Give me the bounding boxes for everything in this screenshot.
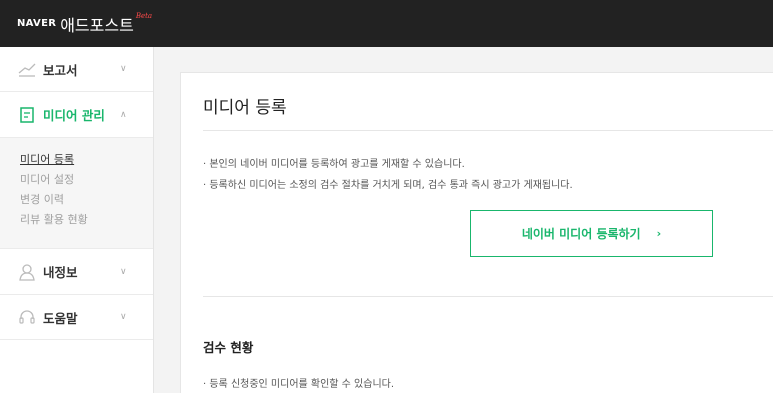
review-status-title: 검수 현황	[203, 340, 254, 355]
submenu-review-usage[interactable]: 리뷰 활용 현황	[20, 211, 88, 227]
chevron-down-icon: ∨	[120, 64, 127, 74]
submenu-media-register[interactable]: 미디어 등록	[20, 151, 74, 167]
page-title: 미디어 등록	[203, 98, 287, 118]
sidebar: 보고서 ∨ 미디어 관리 ∧ 미디어 등록 미디어 설정 변경 이력 리뷰 활용…	[0, 47, 154, 393]
sidebar-item-media[interactable]: 미디어 관리 ∧	[0, 92, 153, 138]
info-text-body: 등록 신청중인 미디어를 확인할 수 있습니다.	[209, 379, 395, 390]
beta-badge: Beta	[135, 12, 153, 20]
chevron-down-icon: ∨	[120, 266, 127, 277]
media-submenu: 미디어 등록 미디어 설정 변경 이력 리뷰 활용 현황	[0, 138, 153, 249]
sidebar-item-label: 보고서	[43, 62, 78, 78]
submenu-media-settings[interactable]: 미디어 설정	[20, 171, 74, 187]
info-text: · 등록하신 미디어는 소정의 검수 절차를 거치게 되며, 검수 통과 즉시 …	[203, 180, 573, 191]
user-icon	[19, 263, 35, 281]
register-media-label: 네이버 미디어 등록하기	[521, 227, 641, 241]
chevron-up-icon: ∧	[120, 109, 127, 120]
main-content: 미디어 등록 · 본인의 네이버 미디어를 등록하여 광고를 게재할 수 있습니…	[180, 72, 773, 393]
sidebar-item-label: 도움말	[43, 310, 78, 326]
divider	[203, 130, 773, 131]
sidebar-item-label: 미디어 관리	[43, 108, 105, 123]
service-name: 애드포스트	[60, 16, 134, 35]
sidebar-item-help[interactable]: 도움말 ∨	[0, 295, 153, 340]
chevron-down-icon: ∨	[120, 312, 127, 322]
register-media-button[interactable]: 네이버 미디어 등록하기 ›	[470, 210, 713, 257]
chart-line-icon	[18, 63, 36, 77]
top-bar: NAVER 애드포스트 Beta	[0, 0, 773, 47]
sidebar-item-label: 내정보	[43, 265, 78, 280]
info-text-body: 본인의 네이버 미디어를 등록하여 광고를 게재할 수 있습니다.	[209, 159, 465, 170]
sidebar-item-report[interactable]: 보고서 ∨	[0, 47, 153, 92]
document-icon	[20, 106, 34, 123]
divider	[203, 296, 773, 297]
naver-logo: NAVER	[17, 18, 57, 29]
info-text: · 등록 신청중인 미디어를 확인할 수 있습니다.	[203, 379, 395, 390]
info-text: · 본인의 네이버 미디어를 등록하여 광고를 게재할 수 있습니다.	[203, 159, 465, 170]
submenu-change-history[interactable]: 변경 이력	[20, 191, 64, 207]
chevron-right-icon: ›	[656, 227, 662, 240]
logo[interactable]: NAVER 애드포스트 Beta	[17, 10, 152, 36]
sidebar-item-myinfo[interactable]: 내정보 ∨	[0, 249, 153, 295]
info-text-body: 등록하신 미디어는 소정의 검수 절차를 거치게 되며, 검수 통과 즉시 광고…	[209, 180, 573, 191]
headset-icon	[19, 310, 35, 324]
